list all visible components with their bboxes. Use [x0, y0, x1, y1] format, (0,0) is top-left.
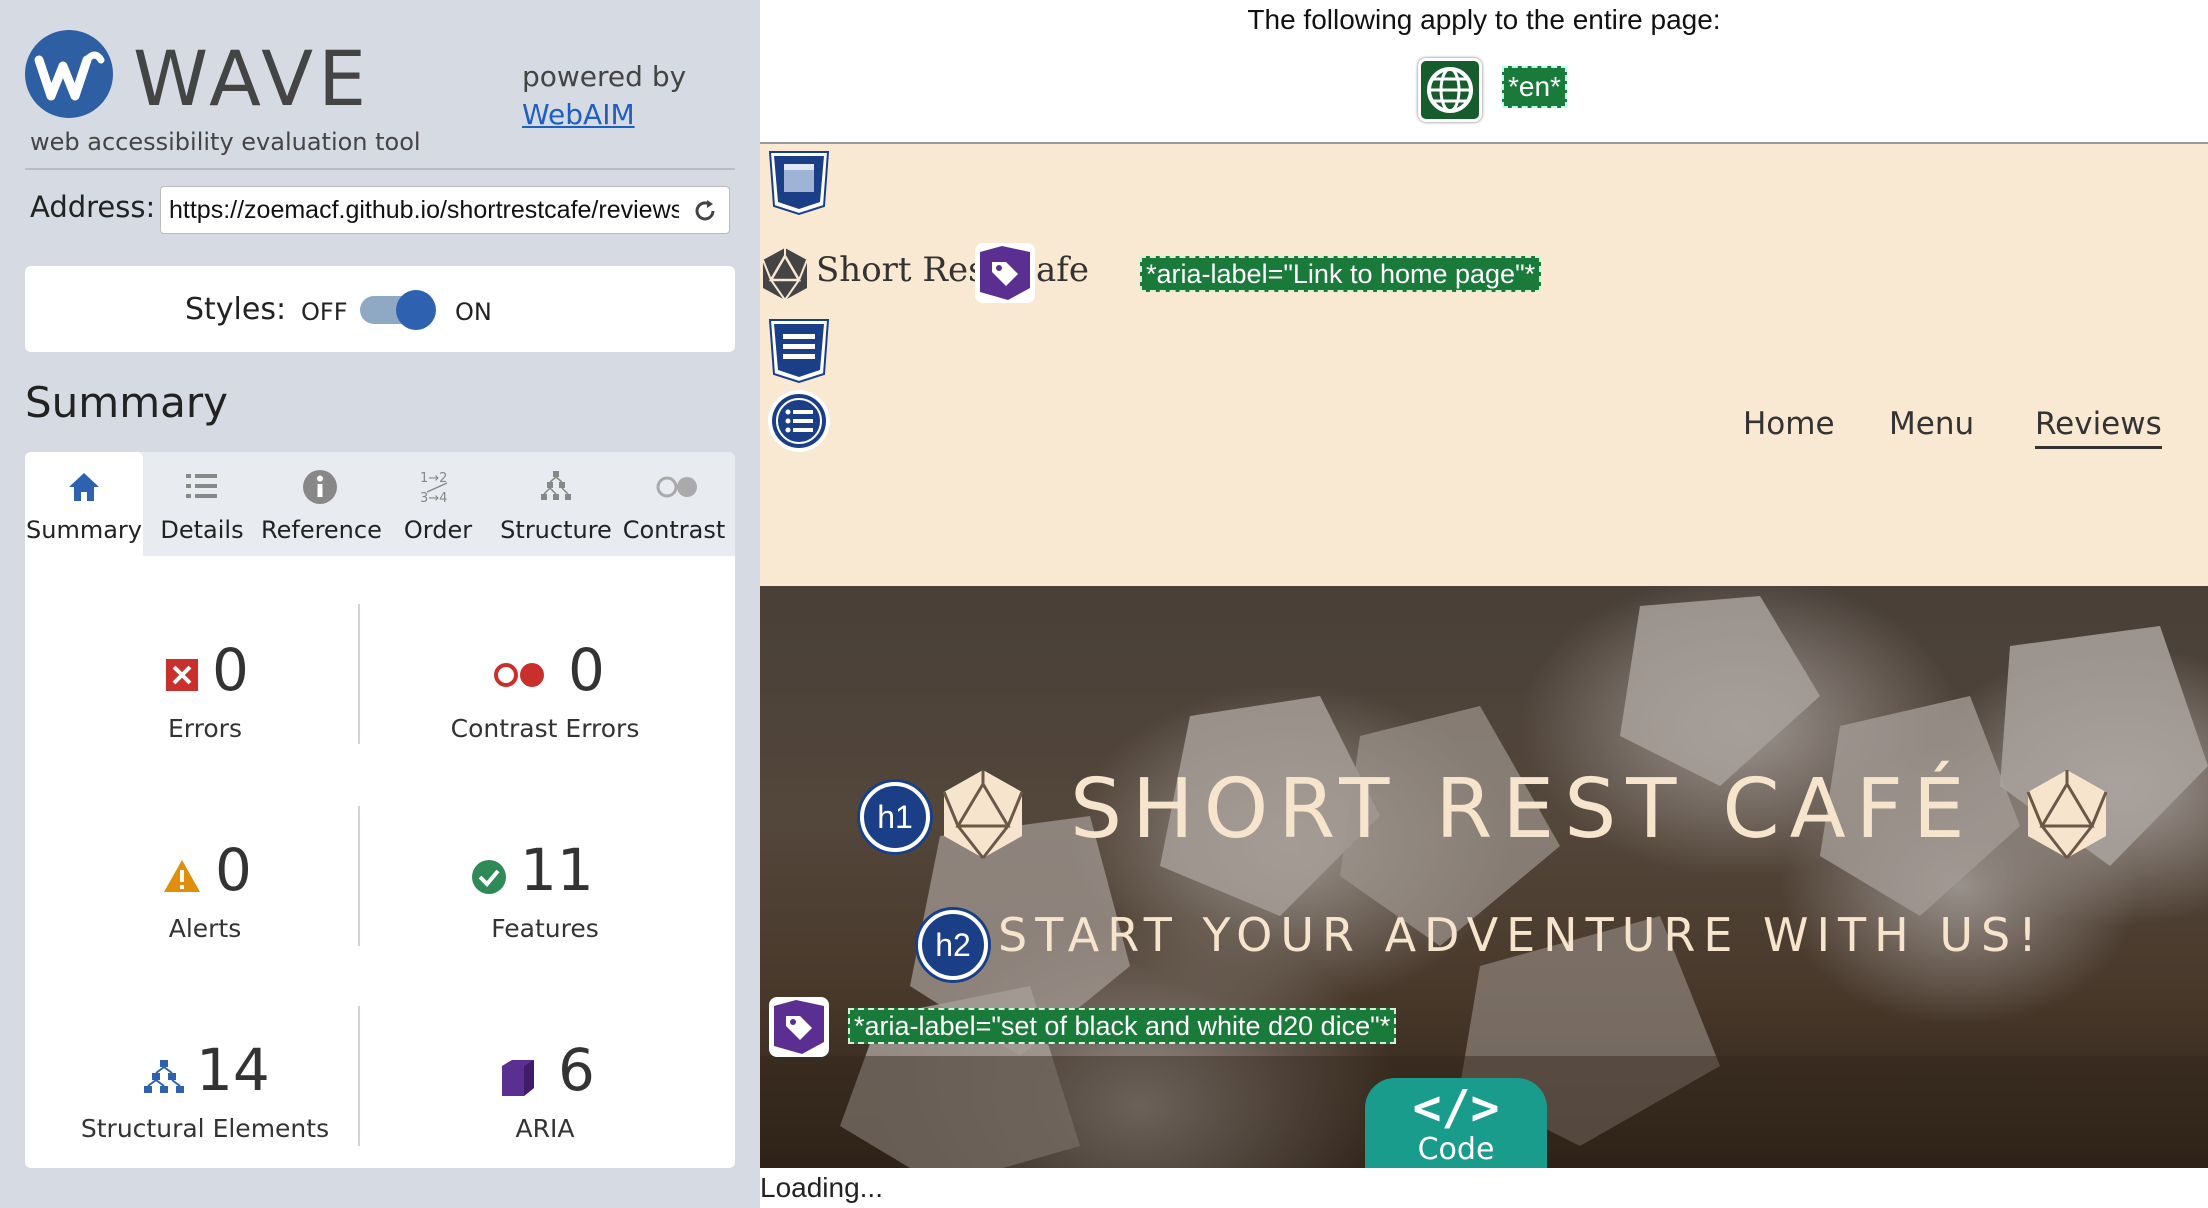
tab-label: Order: [403, 516, 473, 544]
contrast-errors-label: Contrast Errors: [450, 714, 640, 743]
structure-icon: [144, 1060, 184, 1093]
d20-left-icon: [942, 770, 1024, 859]
info-icon: [303, 470, 337, 504]
list-icon: [186, 474, 217, 498]
aria-label-icon[interactable]: [972, 240, 1038, 306]
aria-label-tag-image: *aria-label="set of black and white d20 …: [848, 1008, 1397, 1044]
alerts-label: Alerts: [168, 914, 242, 943]
webaim-link[interactable]: WebAIM: [522, 98, 635, 131]
address-field: [160, 186, 730, 234]
tab-label: Structure: [500, 516, 612, 544]
summary-heading: Summary: [25, 378, 228, 427]
h2-heading-icon[interactable]: h2: [918, 910, 988, 980]
site-header: Short Rest Cafe *aria-label="Link to hom…: [760, 144, 2208, 586]
tab-label: Reference: [261, 516, 382, 544]
structural-label: Structural Elements: [80, 1114, 330, 1143]
styles-label: Styles:: [185, 292, 287, 327]
structure-icon: [541, 471, 571, 500]
summary-panel: 0 Errors 0 Contrast Errors 0 Alerts 11 F…: [25, 556, 735, 1168]
evaluated-page-pane: The following apply to the entire page: …: [760, 0, 2208, 1208]
errors-label: Errors: [168, 714, 242, 743]
features-label: Features: [491, 914, 599, 943]
alert-icon: [164, 860, 200, 892]
language-icon[interactable]: [1418, 58, 1482, 122]
nav-link-home[interactable]: Home: [1743, 406, 1835, 442]
page-info-heading: The following apply to the entire page:: [1247, 4, 1721, 35]
home-icon: [69, 473, 99, 501]
powered-by-text: powered by: [522, 60, 687, 93]
site-logo-text[interactable]: Short Rest Cafe: [816, 250, 1089, 290]
wave-sidebar: WAVE web accessibility evaluation tool p…: [0, 0, 760, 1208]
styles-off-label: OFF: [301, 298, 348, 326]
d20-right-icon: [2026, 770, 2108, 859]
summary-tabs: Summary Details Reference 1→2 3→4 Order …: [25, 452, 735, 556]
feature-check-icon: [472, 860, 506, 894]
tab-order[interactable]: 1→2 3→4 Order: [379, 452, 497, 556]
stat-contrast-errors[interactable]: 0 Contrast Errors: [380, 636, 710, 756]
brand-name: WAVE: [133, 34, 372, 123]
h1-heading-icon[interactable]: h1: [860, 782, 930, 852]
tab-reference[interactable]: Reference: [261, 452, 382, 556]
address-input[interactable]: [169, 193, 679, 227]
nav-link-reviews[interactable]: Reviews: [2035, 406, 2162, 449]
unordered-list-icon[interactable]: [766, 388, 832, 454]
svg-text:1→2: 1→2: [420, 471, 447, 486]
styles-toggle-card: Styles: OFF ON: [25, 266, 735, 352]
code-icon: </>: [1412, 1080, 1500, 1136]
errors-count: 0: [212, 636, 249, 704]
hero-subtitle: START YOUR ADVENTURE WITH US!: [998, 908, 2045, 962]
structural-count: 14: [196, 1036, 270, 1104]
language-tag: *en*: [1502, 66, 1567, 108]
contrast-errors-count: 0: [568, 636, 605, 704]
contrast-error-icon: [494, 663, 544, 687]
brand-tagline: web accessibility evaluation tool: [30, 128, 421, 156]
wave-logo-icon: [25, 30, 113, 118]
hero-banner: h1 SHORT REST CAFÉ h2 START YOUR ADVENTU…: [760, 586, 2208, 1168]
header-landmark-icon[interactable]: [766, 150, 832, 216]
tab-details[interactable]: Details: [143, 452, 261, 556]
reload-icon[interactable]: [691, 197, 719, 225]
features-count: 11: [520, 836, 594, 904]
error-icon: [166, 659, 198, 691]
styles-toggle[interactable]: [360, 290, 436, 330]
code-label: Code: [1417, 1132, 1495, 1167]
alerts-count: 0: [215, 836, 252, 904]
aria-label-icon[interactable]: [766, 994, 832, 1060]
stat-structural[interactable]: 14 Structural Elements: [40, 1036, 370, 1156]
stat-errors[interactable]: 0 Errors: [40, 636, 370, 756]
aria-count: 6: [558, 1036, 595, 1104]
tab-structure[interactable]: Structure: [497, 452, 615, 556]
tab-label: Details: [160, 516, 244, 544]
svg-text:3→4: 3→4: [420, 491, 447, 506]
stat-features[interactable]: 11 Features: [380, 836, 710, 956]
aria-cube-icon: [502, 1060, 534, 1096]
aria-label-tag-logo: *aria-label="Link to home page"*: [1140, 256, 1542, 292]
tab-label: Contrast: [622, 516, 726, 544]
header-divider: [25, 168, 735, 170]
tab-contrast[interactable]: Contrast: [615, 452, 733, 556]
tab-summary[interactable]: Summary: [25, 452, 143, 556]
stat-alerts[interactable]: 0 Alerts: [40, 836, 370, 956]
stat-aria[interactable]: 6 ARIA: [380, 1036, 710, 1156]
tab-label: Summary: [26, 516, 142, 544]
toggle-knob: [396, 290, 436, 330]
styles-on-label: ON: [455, 298, 492, 326]
code-view-button[interactable]: </> Code: [1365, 1078, 1547, 1168]
d20-logo-icon: [762, 248, 808, 301]
address-label: Address:: [30, 190, 156, 224]
order-icon: 1→2 3→4: [420, 471, 447, 506]
nav-link-menu[interactable]: Menu: [1889, 406, 1974, 442]
navigation-landmark-icon[interactable]: [766, 318, 832, 384]
aria-label: ARIA: [515, 1114, 575, 1143]
loading-status: Loading...: [760, 1172, 883, 1203]
contrast-icon: [656, 476, 697, 498]
hero-title: SHORT REST CAFÉ: [1070, 762, 1975, 857]
